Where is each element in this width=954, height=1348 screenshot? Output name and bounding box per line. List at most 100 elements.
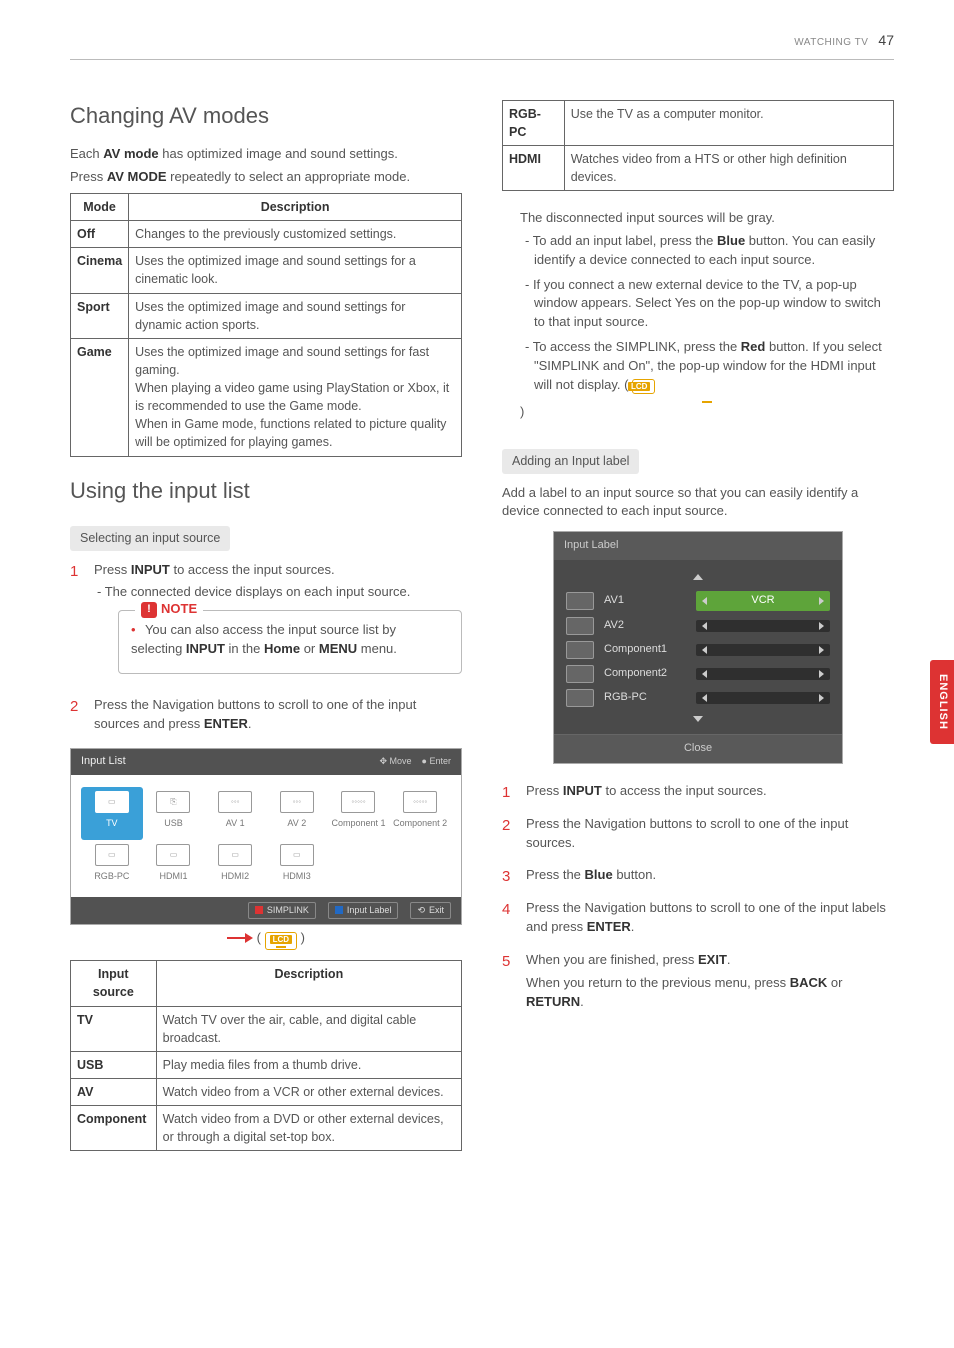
step-number: 1 (502, 782, 516, 805)
input-item-tv[interactable]: ▭TV (81, 787, 143, 840)
arrow-right-icon[interactable] (819, 622, 824, 630)
av-icon: ◦◦◦ (280, 791, 314, 813)
note-line: - If you connect a new external device t… (520, 276, 894, 333)
step-number: 5 (502, 951, 516, 1016)
step-text: Press the Blue button. (526, 866, 894, 885)
av-mode-table: Mode Description OffChanges to the previ… (70, 193, 462, 457)
left-column: Changing AV modes Each AV mode has optim… (70, 100, 462, 1170)
arrow-down-icon[interactable] (693, 716, 703, 722)
note-title: NOTE (161, 600, 197, 619)
note-body: You can also access the input source lis… (131, 621, 449, 659)
subheading-select-source: Selecting an input source (70, 526, 230, 550)
heading-input-list: Using the input list (70, 475, 462, 507)
step-number: 2 (502, 815, 516, 857)
dialog-row[interactable]: AV1 VCR (566, 588, 830, 614)
table-row: Play media files from a thumb drive. (156, 1051, 461, 1078)
arrow-left-icon[interactable] (702, 670, 707, 678)
note-box: ! NOTE You can also access the input sou… (118, 610, 462, 674)
hdmi-icon: ▭ (218, 844, 252, 866)
av-icon: ◦◦◦ (218, 791, 252, 813)
footer-exit[interactable]: ⟲ Exit (410, 902, 451, 919)
language-tab: ENGLISH (930, 660, 954, 744)
page-header: WATCHING TV 47 (70, 30, 894, 60)
av-intro-1: Each AV mode has optimized image and sou… (70, 145, 462, 164)
right-column: RGB-PCUse the TV as a computer monitor. … (502, 100, 894, 1170)
note-line: - To add an input label, press the Blue … (520, 232, 894, 270)
component-icon (566, 665, 594, 683)
arrow-left-icon[interactable] (702, 597, 707, 605)
table-row: Sport (71, 293, 129, 338)
input-item-comp1[interactable]: ◦◦◦◦◦Component 1 (328, 787, 390, 840)
step-number: 2 (70, 696, 84, 738)
page: WATCHING TV 47 Changing AV modes Each AV… (0, 0, 954, 1199)
arrow-right-icon[interactable] (819, 670, 824, 678)
dialog-close-button[interactable]: Close (554, 734, 842, 763)
dialog-row[interactable]: RGB-PC (566, 686, 830, 710)
tv-icon: ▭ (95, 791, 129, 813)
subheading-add-label: Adding an Input label (502, 449, 639, 473)
input-item-hdmi3[interactable]: ▭HDMI3 (266, 840, 328, 893)
footer-simplink[interactable]: SIMPLINK (248, 902, 316, 919)
step-number: 1 (70, 561, 84, 686)
vga-icon (566, 689, 594, 707)
table-row: Cinema (71, 248, 129, 293)
component-icon: ◦◦◦◦◦ (341, 791, 375, 813)
av-table-h2: Description (129, 194, 462, 221)
header-section: WATCHING TV (794, 36, 868, 51)
hdmi-icon: ▭ (156, 844, 190, 866)
input-item-comp2[interactable]: ◦◦◦◦◦Component 2 (389, 787, 451, 840)
table-row: Watch video from a DVD or other external… (156, 1106, 461, 1151)
table-row: Watch TV over the air, cable, and digita… (156, 1006, 461, 1051)
step-text: Press the Navigation buttons to scroll t… (94, 696, 462, 734)
lcd-icon: LCD (632, 379, 655, 395)
add-label-intro: Add a label to an input source so that y… (502, 484, 894, 522)
table-row: Watches video from a HTS or other high d… (564, 145, 893, 190)
av-table-h1: Mode (71, 194, 129, 221)
table-row: Use the TV as a computer monitor. (564, 100, 893, 145)
hdmi-icon: ▭ (280, 844, 314, 866)
arrow-right-icon[interactable] (819, 694, 824, 702)
table-row: Off (71, 221, 129, 248)
input-item-hdmi2[interactable]: ▭HDMI2 (204, 840, 266, 893)
arrow-left-icon[interactable] (702, 694, 707, 702)
input-item-av2[interactable]: ◦◦◦AV 2 (266, 787, 328, 840)
vga-icon: ▭ (95, 844, 129, 866)
av-icon (566, 592, 594, 610)
dialog-row[interactable]: Component1 (566, 638, 830, 662)
dialog-row[interactable]: AV2 (566, 614, 830, 638)
table-row: TV (71, 1006, 157, 1051)
lcd-icon: LCD (265, 932, 297, 951)
arrow-right-icon[interactable] (819, 646, 824, 654)
step-number: 3 (502, 866, 516, 889)
arrow-up-icon[interactable] (693, 574, 703, 580)
move-hint: ✥ Move (379, 755, 411, 768)
step-text: When you are finished, press EXIT. (526, 951, 894, 970)
table-row: Uses the optimized image and sound setti… (129, 248, 462, 293)
table-row: USB (71, 1051, 157, 1078)
usb-icon: ⎘ (156, 791, 190, 813)
table-row: Changes to the previously customized set… (129, 221, 462, 248)
src-table-h2: Description (156, 961, 461, 1006)
table-row: AV (71, 1078, 157, 1105)
input-item-rgbpc[interactable]: ▭RGB-PC (81, 840, 143, 893)
dialog-title: Input Label (554, 532, 842, 560)
table-row: Game (71, 338, 129, 456)
dialog-row[interactable]: Component2 (566, 662, 830, 686)
header-page-number: 47 (878, 30, 894, 50)
arrow-left-icon[interactable] (702, 646, 707, 654)
footer-input-label[interactable]: Input Label (328, 902, 399, 919)
table-row: RGB-PC (503, 100, 565, 145)
note-line: - To access the SIMPLINK, press the Red … (520, 338, 894, 395)
arrow-right-icon[interactable] (819, 597, 824, 605)
table-row: Uses the optimized image and sound setti… (129, 293, 462, 338)
enter-hint: ● Enter (422, 755, 451, 768)
input-item-hdmi1[interactable]: ▭HDMI1 (143, 840, 205, 893)
step-text: Press the Navigation buttons to scroll t… (526, 899, 894, 937)
component-icon: ◦◦◦◦◦ (403, 791, 437, 813)
heading-av-modes: Changing AV modes (70, 100, 462, 132)
input-item-av1[interactable]: ◦◦◦AV 1 (204, 787, 266, 840)
arrow-left-icon[interactable] (702, 622, 707, 630)
input-item-usb[interactable]: ⎘USB (143, 787, 205, 840)
src-table-h1: Input source (71, 961, 157, 1006)
input-source-table-cont: RGB-PCUse the TV as a computer monitor. … (502, 100, 894, 192)
